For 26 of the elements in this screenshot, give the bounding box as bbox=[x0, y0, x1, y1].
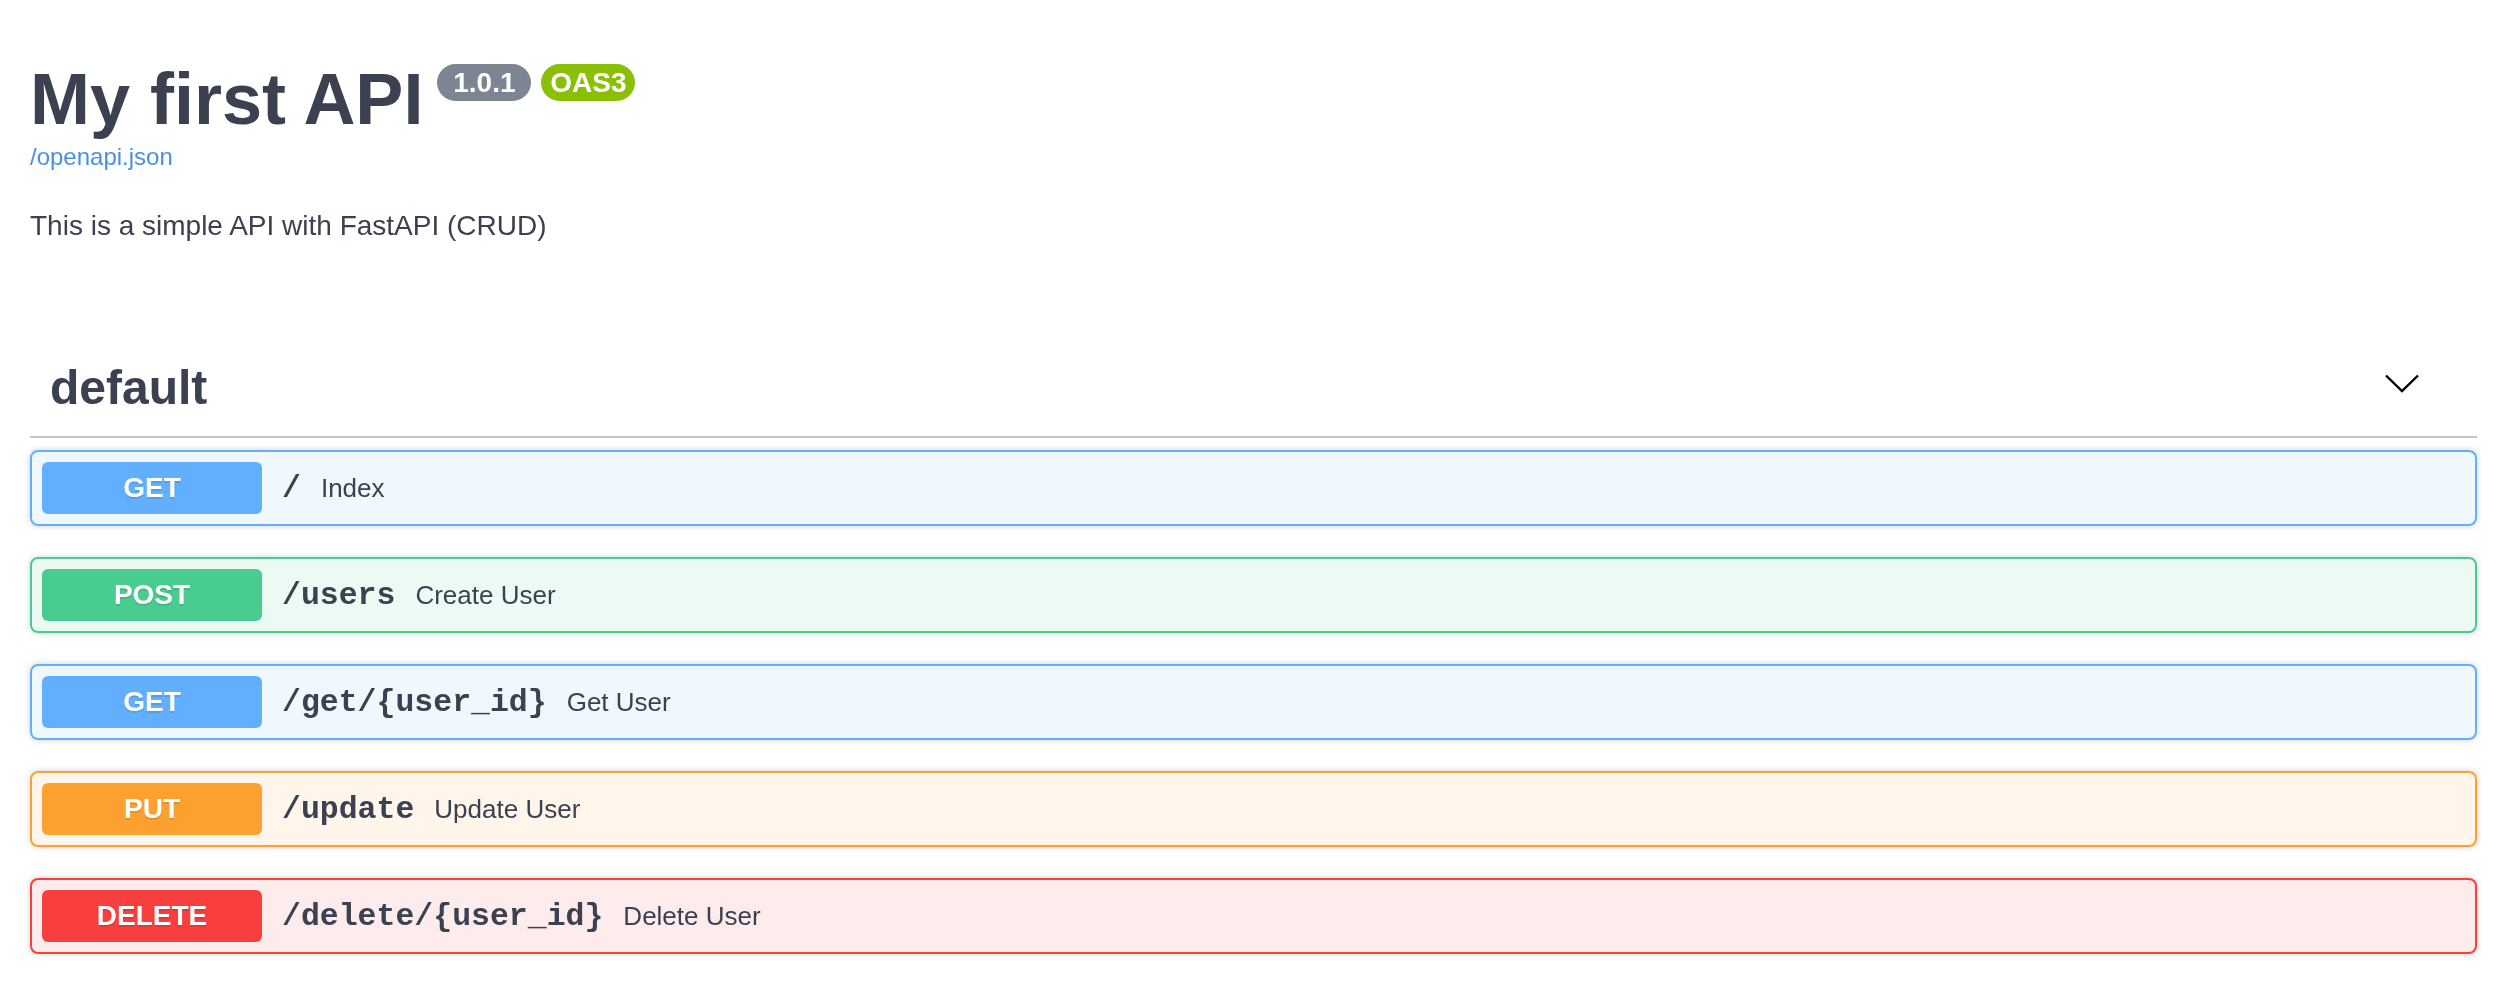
version-badge: OAS3 bbox=[541, 64, 636, 101]
method-badge: DELETE bbox=[42, 890, 262, 942]
endpoint-row[interactable]: GET /get/{user_id} Get User bbox=[30, 664, 2477, 740]
section-heading[interactable]: default bbox=[50, 358, 208, 418]
chevron-down-icon[interactable] bbox=[2385, 373, 2419, 393]
endpoint-row[interactable]: PUT /update Update User bbox=[30, 771, 2477, 847]
method-badge: GET bbox=[42, 676, 262, 728]
endpoint-summary: Index bbox=[320, 472, 385, 504]
endpoint-path: /users bbox=[281, 577, 397, 613]
endpoint-summary: Create User bbox=[415, 579, 556, 611]
endpoint-row[interactable]: DELETE /delete/{user_id} Delete User bbox=[30, 878, 2477, 954]
endpoint-row[interactable]: POST /users Create User bbox=[30, 557, 2477, 633]
api-title: My first API bbox=[30, 58, 424, 141]
endpoint-summary: Delete User bbox=[623, 900, 761, 932]
method-badge: PUT bbox=[42, 783, 262, 835]
endpoint-summary: Get User bbox=[566, 686, 671, 718]
endpoint-path: /update bbox=[281, 791, 416, 827]
method-badge: GET bbox=[42, 462, 262, 514]
version-badge: 1.0.1 bbox=[437, 64, 532, 101]
api-description: This is a simple API with FastAPI (CRUD) bbox=[30, 209, 548, 243]
endpoint-summary: Update User bbox=[434, 793, 581, 825]
endpoint-row[interactable]: GET / Index bbox=[30, 450, 2477, 526]
endpoint-path: /delete/{user_id} bbox=[281, 898, 605, 934]
method-badge: POST bbox=[42, 569, 262, 621]
endpoint-path: /get/{user_id} bbox=[281, 684, 548, 720]
endpoint-path: / bbox=[281, 470, 302, 506]
